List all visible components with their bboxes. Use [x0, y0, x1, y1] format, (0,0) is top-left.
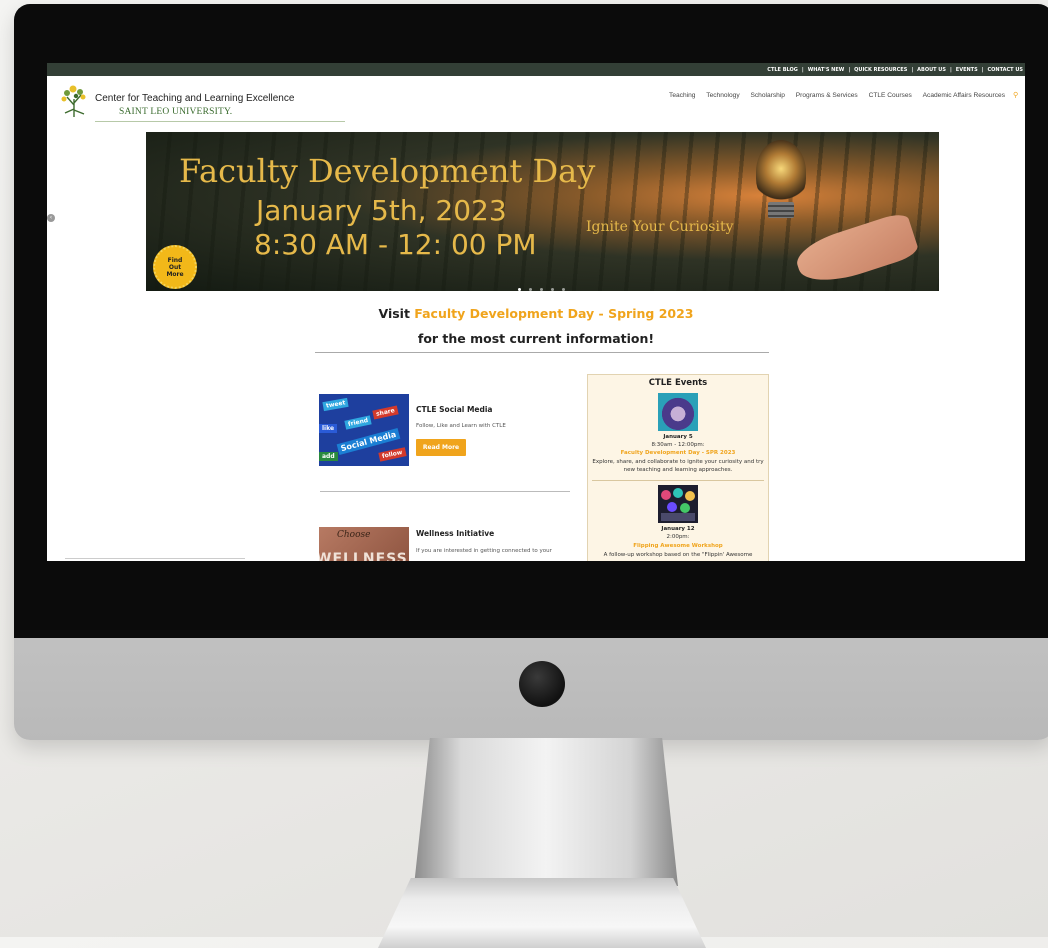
monitor-stand-neck	[414, 738, 678, 886]
event-2-link[interactable]: Flipping Awesome Workshop	[588, 543, 768, 549]
event-2-date: January 12	[661, 526, 695, 532]
tree-logo-icon[interactable]	[59, 83, 89, 119]
footer-line	[65, 558, 245, 559]
nav-technology[interactable]: Technology	[706, 92, 739, 99]
social-media-text: Follow, Like and Learn with CTLE	[416, 423, 506, 429]
social-media-title[interactable]: CTLE Social Media	[416, 405, 493, 414]
hero-banner[interactable]: Faculty Development Day January 5th, 202…	[146, 132, 939, 291]
carousel-dot[interactable]	[562, 288, 565, 291]
wellness-text: If you are interested in getting connect…	[416, 548, 552, 554]
topbar-link[interactable]: CTLE BLOG	[767, 67, 798, 73]
tile-tweet: tweet	[322, 397, 350, 412]
events-divider	[592, 480, 764, 481]
monitor-screen: CTLE BLOG | WHAT'S NEW | QUICK RESOURCES | ABO…	[47, 63, 1025, 561]
hero-date: January 5th, 2023	[256, 194, 507, 227]
tile-friend: friend	[344, 415, 372, 430]
hand-image	[791, 210, 921, 291]
topbar-link[interactable]: EVENTS	[956, 67, 978, 73]
hero-tagline: Ignite Your Curiosity	[586, 219, 734, 235]
carousel-dot[interactable]	[551, 288, 554, 291]
tile-add: add	[319, 452, 338, 461]
event-1-time: 8:30am - 12:00pm:	[651, 442, 705, 448]
logo-divider	[95, 121, 345, 122]
topbar-link[interactable]: QUICK RESOURCES	[854, 67, 907, 73]
topbar-separator: |	[981, 67, 984, 73]
find-out-more-button[interactable]: Find Out More	[153, 245, 197, 289]
topbar-separator: |	[911, 67, 914, 73]
social-media-image[interactable]: tweet like friend share Social Media add…	[319, 394, 409, 466]
announcement-line-2: for the most current information!	[417, 331, 655, 346]
carousel-dot[interactable]	[518, 288, 521, 291]
announcement-divider	[315, 352, 769, 353]
event-2-description: A follow-up workshop based on the "Flipp…	[603, 552, 753, 558]
tile-follow: follow	[378, 447, 407, 462]
carousel-prev-arrow-icon[interactable]: ‹	[47, 214, 55, 222]
faculty-day-link[interactable]: Faculty Development Day - Spring 2023	[414, 306, 693, 321]
nav-scholarship[interactable]: Scholarship	[750, 92, 784, 99]
nav-academic-affairs-resources[interactable]: Academic Affairs Resources	[923, 92, 1005, 99]
wellness-title[interactable]: Wellness Initiative	[416, 529, 494, 538]
event-1-description: Explore, share, and collaborate to ignit…	[592, 459, 764, 473]
announcement-line-1: Visit Faculty Development Day - Spring 2…	[47, 306, 1025, 321]
announcement-prefix: Visit	[378, 306, 415, 321]
event-1-date: January 5	[663, 434, 693, 440]
wellness-image-text-wellness: WELLNESS	[319, 551, 408, 561]
site-title[interactable]: Center for Teaching and Learning Excelle…	[95, 93, 294, 104]
read-more-button[interactable]: Read More	[416, 439, 466, 456]
lightbulb-base	[768, 202, 794, 218]
wellness-image-text-choose: Choose	[337, 530, 371, 540]
topbar-link[interactable]: CONTACT US	[988, 67, 1023, 73]
topbar-separator: |	[949, 67, 952, 73]
search-icon[interactable]: ⚲	[1013, 91, 1021, 99]
main-nav: Teaching Technology Scholarship Programs…	[660, 92, 1005, 99]
tile-like: like	[319, 424, 338, 433]
university-name: SAINT LEO UNIVERSITY.	[119, 107, 233, 117]
wellness-image[interactable]: Choose WELLNESS	[319, 527, 409, 561]
utility-topbar: CTLE BLOG | WHAT'S NEW | QUICK RESOURCES | ABO…	[47, 63, 1025, 76]
event-1-link[interactable]: Faculty Development Day - SPR 2023	[588, 450, 768, 456]
monitor-stand-base	[378, 878, 706, 948]
nav-ctle-courses[interactable]: CTLE Courses	[869, 92, 912, 99]
carousel-dot[interactable]	[540, 288, 543, 291]
carousel-dot[interactable]	[529, 288, 532, 291]
nav-teaching[interactable]: Teaching	[669, 92, 695, 99]
event-1-image[interactable]	[658, 393, 698, 431]
events-title: CTLE Events	[648, 378, 708, 388]
card-divider	[320, 491, 570, 492]
events-panel: CTLE Events January 5 8:30am - 12:00pm: …	[587, 374, 769, 561]
topbar-separator: |	[848, 67, 851, 73]
topbar-link[interactable]: WHAT'S NEW	[808, 67, 845, 73]
carousel-dots[interactable]	[514, 276, 569, 291]
monitor-logo-dot	[519, 661, 565, 707]
nav-programs-services[interactable]: Programs & Services	[796, 92, 858, 99]
event-2-time: 2:00pm:	[666, 534, 690, 540]
lightbulb-brain-image	[756, 140, 806, 204]
hero-time: 8:30 AM - 12: 00 PM	[254, 228, 537, 261]
tile-share: share	[372, 405, 399, 420]
hero-title: Faculty Development Day	[179, 152, 596, 190]
topbar-separator: |	[801, 67, 804, 73]
event-2-image[interactable]	[658, 485, 698, 523]
topbar-link[interactable]: ABOUT US	[917, 67, 946, 73]
